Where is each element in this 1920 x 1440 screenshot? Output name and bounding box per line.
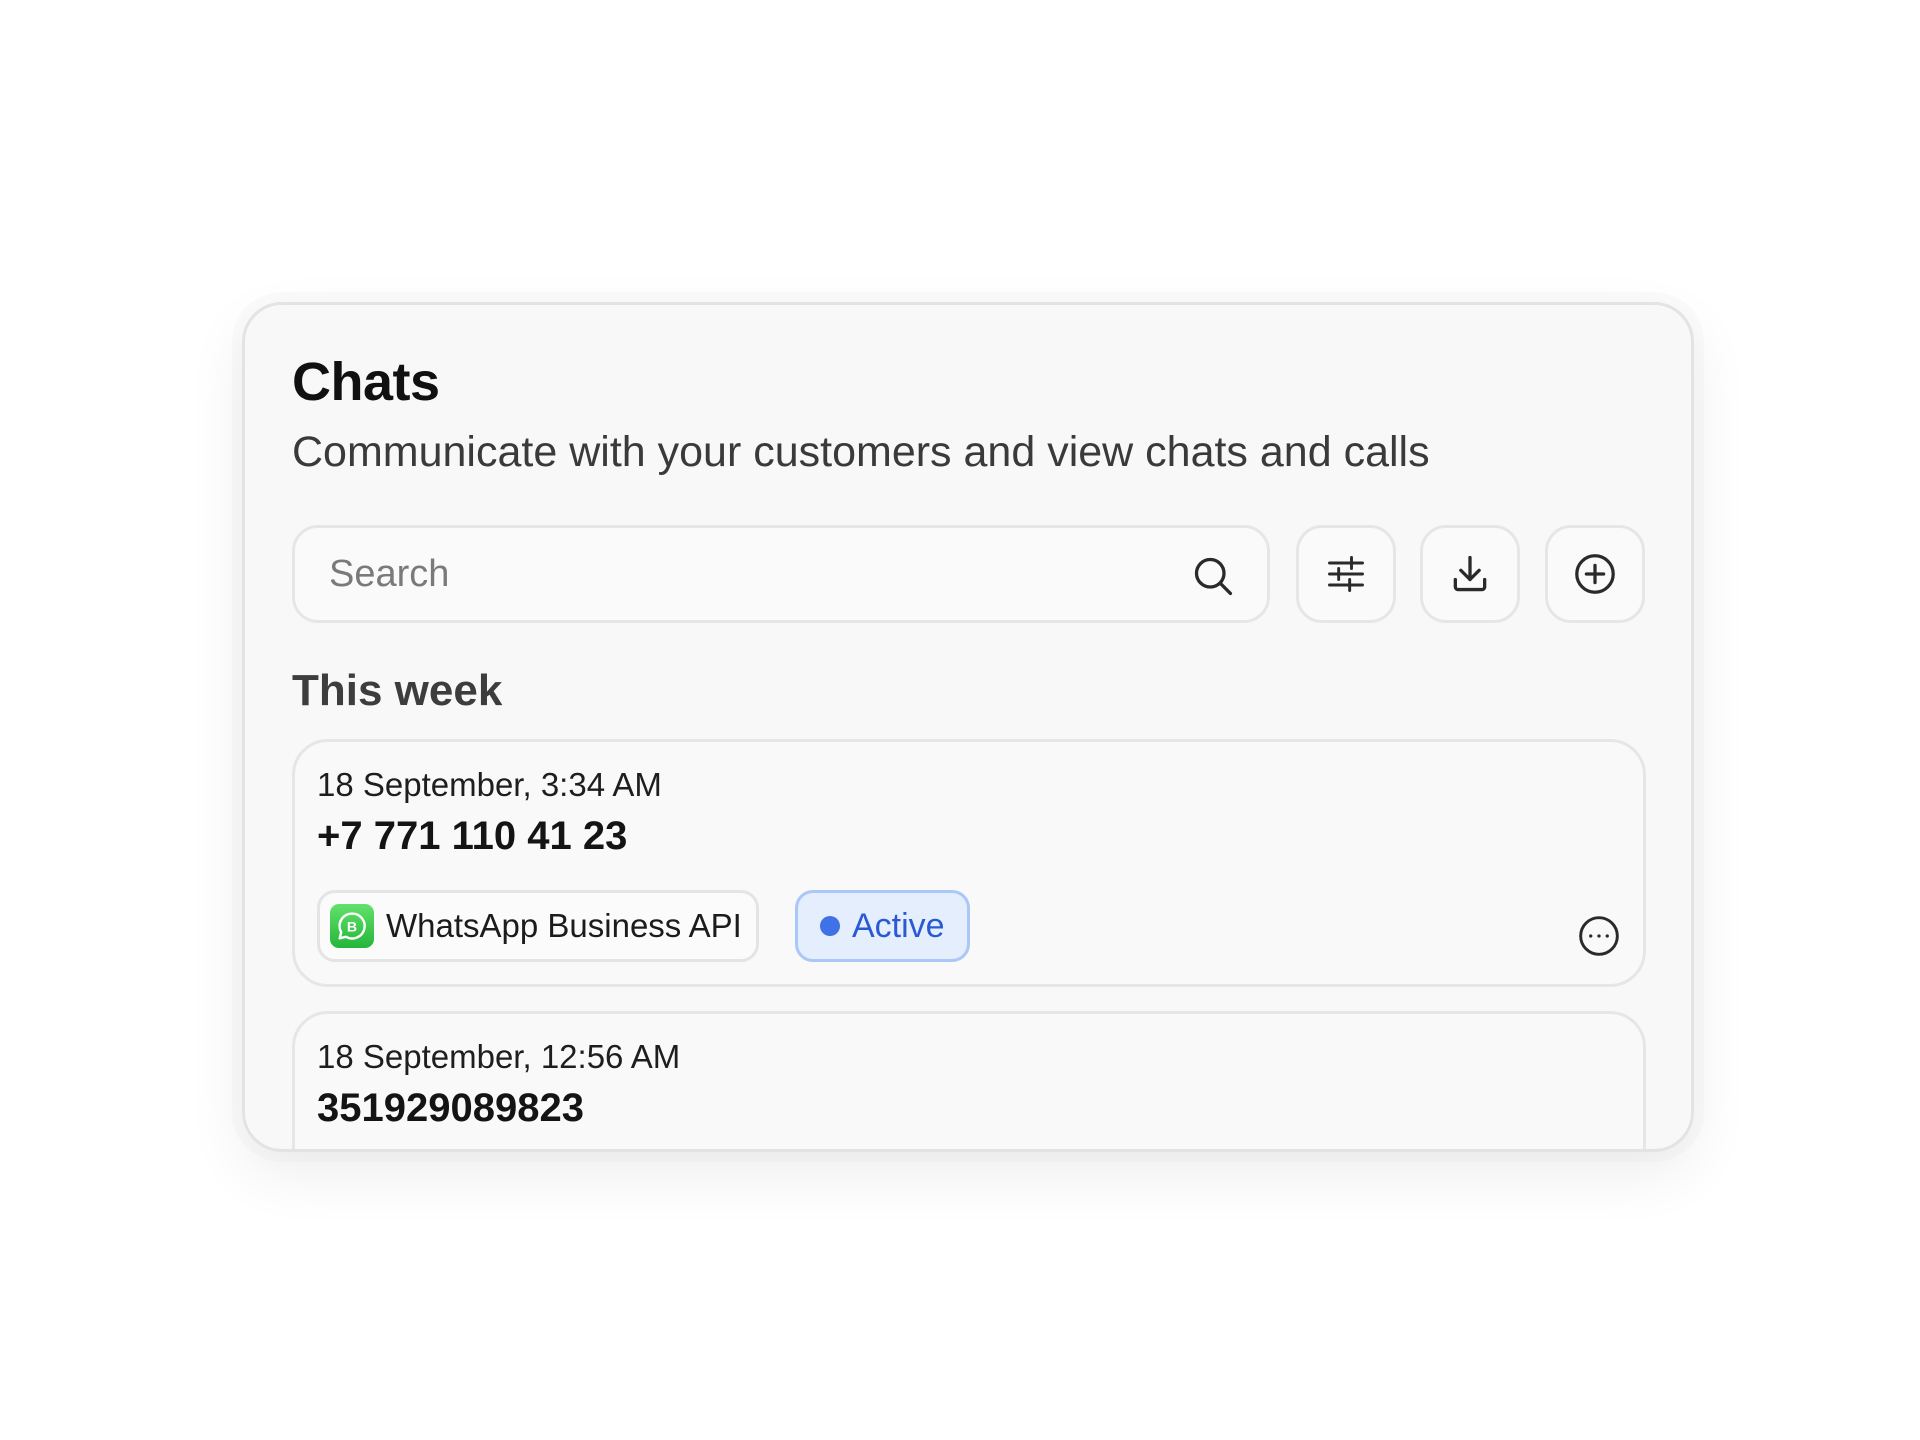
channel-label: WhatsApp Business API bbox=[386, 907, 742, 944]
status-label: Active bbox=[852, 906, 945, 945]
status-dot bbox=[820, 916, 840, 936]
whatsapp-business-icon: B bbox=[330, 904, 374, 948]
more-horizontal-icon[interactable] bbox=[1577, 914, 1621, 958]
channel-badge: B WhatsApp Business API bbox=[317, 890, 759, 962]
svg-text:B: B bbox=[347, 919, 357, 935]
section-label-this-week: This week bbox=[292, 666, 503, 715]
chat-contact: +7 771 110 41 23 bbox=[317, 814, 628, 858]
chat-date: 18 September, 3:34 AM bbox=[317, 766, 662, 803]
plus-circle-icon bbox=[1575, 554, 1615, 594]
status-badge: Active bbox=[795, 890, 970, 962]
download-button[interactable] bbox=[1420, 525, 1520, 623]
filter-button[interactable] bbox=[1296, 525, 1396, 623]
page-subtitle: Communicate with your customers and view… bbox=[292, 428, 1430, 476]
chat-date: 18 September, 12:56 AM bbox=[317, 1038, 681, 1075]
chat-item[interactable]: 18 September, 3:34 AM +7 771 110 41 23 B… bbox=[292, 739, 1646, 987]
search-input[interactable] bbox=[329, 528, 1159, 620]
chats-panel: Chats Communicate with your customers an… bbox=[242, 302, 1694, 1152]
chat-item[interactable]: 18 September, 12:56 AM 351929089823 bbox=[292, 1011, 1646, 1149]
add-chat-button[interactable] bbox=[1545, 525, 1645, 623]
search-bar[interactable] bbox=[292, 525, 1270, 623]
page-title: Chats bbox=[292, 352, 440, 412]
sliders-icon bbox=[1328, 556, 1364, 592]
search-icon[interactable] bbox=[1191, 554, 1235, 598]
chat-contact: 351929089823 bbox=[317, 1086, 584, 1130]
download-icon bbox=[1453, 555, 1487, 592]
